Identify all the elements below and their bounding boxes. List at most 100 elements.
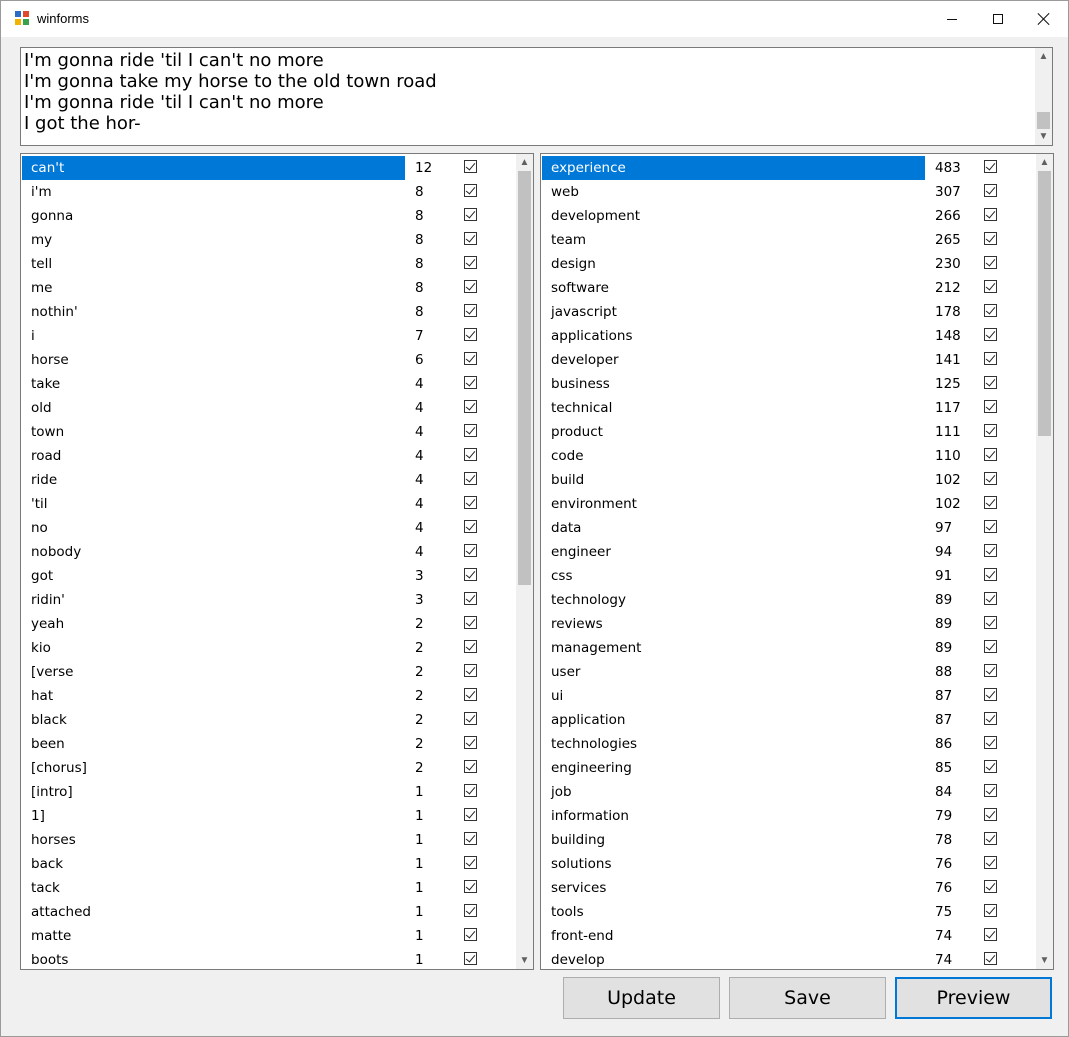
list-item[interactable]: old 4: [22, 396, 515, 420]
list-item[interactable]: application 87: [542, 708, 1035, 732]
list-item[interactable]: technology 89: [542, 588, 1035, 612]
checkbox-checked-icon[interactable]: [984, 592, 997, 605]
list-item[interactable]: development 266: [542, 204, 1035, 228]
list-item[interactable]: build 102: [542, 468, 1035, 492]
checkbox-checked-icon[interactable]: [464, 760, 477, 773]
list-item[interactable]: hat 2: [22, 684, 515, 708]
list-item[interactable]: information 79: [542, 804, 1035, 828]
checkbox-checked-icon[interactable]: [984, 376, 997, 389]
list-item[interactable]: tack 1: [22, 876, 515, 900]
list-item[interactable]: job 84: [542, 780, 1035, 804]
checkbox-checked-icon[interactable]: [984, 280, 997, 293]
list-item[interactable]: front-end 74: [542, 924, 1035, 948]
scrollbar-thumb[interactable]: [1038, 171, 1051, 436]
checkbox-checked-icon[interactable]: [464, 736, 477, 749]
checkbox-checked-icon[interactable]: [984, 928, 997, 941]
scrollbar-thumb[interactable]: [1037, 112, 1050, 129]
list-item[interactable]: ride 4: [22, 468, 515, 492]
list-item[interactable]: black 2: [22, 708, 515, 732]
list-item[interactable]: 1] 1: [22, 804, 515, 828]
checkbox-checked-icon[interactable]: [464, 256, 477, 269]
checkbox-checked-icon[interactable]: [464, 880, 477, 893]
list-item[interactable]: nothin' 8: [22, 300, 515, 324]
preview-button[interactable]: Preview: [895, 977, 1052, 1019]
checkbox-checked-icon[interactable]: [984, 424, 997, 437]
list-item[interactable]: code 110: [542, 444, 1035, 468]
list-item[interactable]: horse 6: [22, 348, 515, 372]
list-item[interactable]: data 97: [542, 516, 1035, 540]
list-item[interactable]: user 88: [542, 660, 1035, 684]
update-button[interactable]: Update: [563, 977, 720, 1019]
list-item[interactable]: tools 75: [542, 900, 1035, 924]
checkbox-checked-icon[interactable]: [464, 328, 477, 341]
checkbox-checked-icon[interactable]: [464, 592, 477, 605]
checkbox-checked-icon[interactable]: [984, 712, 997, 725]
lyrics-textbox[interactable]: I'm gonna ride 'til I can't no more I'm g…: [20, 47, 1053, 146]
checkbox-checked-icon[interactable]: [464, 208, 477, 221]
list-item[interactable]: business 125: [542, 372, 1035, 396]
title-bar[interactable]: winforms: [1, 1, 1068, 37]
checkbox-checked-icon[interactable]: [464, 616, 477, 629]
checkbox-checked-icon[interactable]: [464, 904, 477, 917]
list-item[interactable]: developer 141: [542, 348, 1035, 372]
list-item[interactable]: javascript 178: [542, 300, 1035, 324]
checkbox-checked-icon[interactable]: [984, 232, 997, 245]
checkbox-checked-icon[interactable]: [464, 352, 477, 365]
list-item[interactable]: no 4: [22, 516, 515, 540]
list-item[interactable]: road 4: [22, 444, 515, 468]
scroll-down-icon[interactable]: ▼: [516, 952, 533, 969]
scroll-down-icon[interactable]: ▼: [1036, 952, 1053, 969]
list-item[interactable]: kio 2: [22, 636, 515, 660]
checkbox-checked-icon[interactable]: [464, 856, 477, 869]
list-item[interactable]: boots 1: [22, 948, 515, 969]
checkbox-checked-icon[interactable]: [984, 208, 997, 221]
checkbox-checked-icon[interactable]: [984, 832, 997, 845]
checkbox-checked-icon[interactable]: [984, 688, 997, 701]
list-item[interactable]: web 307: [542, 180, 1035, 204]
checkbox-checked-icon[interactable]: [464, 568, 477, 581]
list-item[interactable]: css 91: [542, 564, 1035, 588]
list-item[interactable]: management 89: [542, 636, 1035, 660]
list-item[interactable]: yeah 2: [22, 612, 515, 636]
list-item[interactable]: gonna 8: [22, 204, 515, 228]
scroll-down-icon[interactable]: ▼: [1035, 128, 1052, 145]
list-item[interactable]: can't 12: [22, 156, 515, 180]
list-item[interactable]: me 8: [22, 276, 515, 300]
list-item[interactable]: solutions 76: [542, 852, 1035, 876]
checkbox-checked-icon[interactable]: [984, 664, 997, 677]
checkbox-checked-icon[interactable]: [464, 472, 477, 485]
minimize-button[interactable]: [929, 1, 975, 37]
right-list-scrollbar[interactable]: ▲ ▼: [1036, 154, 1053, 969]
checkbox-checked-icon[interactable]: [464, 520, 477, 533]
checkbox-checked-icon[interactable]: [984, 904, 997, 917]
checkbox-checked-icon[interactable]: [464, 640, 477, 653]
checkbox-checked-icon[interactable]: [984, 328, 997, 341]
list-item[interactable]: technical 117: [542, 396, 1035, 420]
list-item[interactable]: engineering 85: [542, 756, 1035, 780]
save-button[interactable]: Save: [729, 977, 886, 1019]
checkbox-checked-icon[interactable]: [984, 616, 997, 629]
checkbox-checked-icon[interactable]: [984, 304, 997, 317]
checkbox-checked-icon[interactable]: [984, 736, 997, 749]
checkbox-checked-icon[interactable]: [984, 496, 997, 509]
checkbox-checked-icon[interactable]: [464, 160, 477, 173]
maximize-button[interactable]: [975, 1, 1021, 37]
list-item[interactable]: reviews 89: [542, 612, 1035, 636]
checkbox-checked-icon[interactable]: [984, 520, 997, 533]
scroll-up-icon[interactable]: ▲: [1035, 48, 1052, 65]
checkbox-checked-icon[interactable]: [464, 184, 477, 197]
checkbox-checked-icon[interactable]: [984, 544, 997, 557]
checkbox-checked-icon[interactable]: [984, 784, 997, 797]
list-item[interactable]: team 265: [542, 228, 1035, 252]
checkbox-checked-icon[interactable]: [984, 568, 997, 581]
checkbox-checked-icon[interactable]: [464, 688, 477, 701]
list-item[interactable]: nobody 4: [22, 540, 515, 564]
list-item[interactable]: software 212: [542, 276, 1035, 300]
list-item[interactable]: experience 483: [542, 156, 1035, 180]
list-item[interactable]: horses 1: [22, 828, 515, 852]
checkbox-checked-icon[interactable]: [464, 304, 477, 317]
list-item[interactable]: engineer 94: [542, 540, 1035, 564]
list-item[interactable]: matte 1: [22, 924, 515, 948]
list-item[interactable]: take 4: [22, 372, 515, 396]
list-item[interactable]: product 111: [542, 420, 1035, 444]
